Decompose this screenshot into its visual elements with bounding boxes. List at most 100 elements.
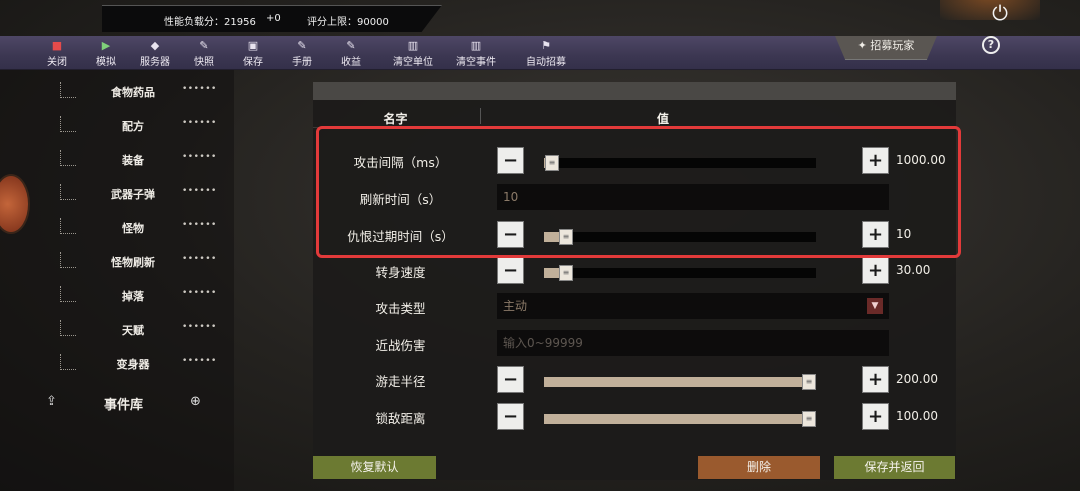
edit-icon: ✎	[346, 39, 356, 52]
sidebar-item-drops[interactable]: 掉落 ••••••	[0, 280, 234, 314]
sidebar-item-transformer[interactable]: 变身器 ••••••	[0, 348, 234, 382]
increase-button[interactable]: +	[862, 257, 889, 284]
upload-icon[interactable]: ⇪	[46, 394, 57, 409]
save-and-return-button[interactable]: 保存并返回	[834, 456, 955, 479]
clear-events-label: 清空事件	[456, 57, 496, 68]
slider-handle[interactable]: ≡	[802, 411, 816, 427]
help-icon[interactable]: ?	[982, 36, 1000, 54]
sidebar-item-label: 变身器	[116, 358, 150, 371]
event-library-row[interactable]: ⇪ 事件库 ⊕	[40, 392, 220, 416]
attack-type-select[interactable]: 主动 ▼	[497, 293, 889, 319]
column-headers: 名字 值	[313, 104, 956, 128]
sidebar-item-food[interactable]: 食物药品 ••••••	[0, 76, 234, 110]
property-value: 30.00	[896, 263, 931, 277]
sidebar-item-monster-spawn[interactable]: 怪物刷新 ••••••	[0, 246, 234, 280]
clear-units-button[interactable]: ▥ 清空单位	[383, 38, 443, 68]
column-divider	[480, 108, 481, 124]
decrease-button[interactable]: −	[497, 403, 524, 430]
tree-branch	[60, 286, 76, 302]
clear-units-label: 清空单位	[393, 57, 433, 68]
tree-branch	[60, 320, 76, 336]
sidebar-item-label: 装备	[122, 154, 144, 167]
sidebar-item-dots[interactable]: ••••••	[182, 254, 217, 264]
value-slider[interactable]: ≡	[544, 374, 816, 390]
sidebar-item-equipment[interactable]: 装备 ••••••	[0, 144, 234, 178]
chevron-down-icon[interactable]: ▼	[867, 298, 883, 314]
sidebar-item-label: 天赋	[122, 324, 144, 337]
property-label: 游走半径	[375, 374, 426, 389]
column-value-header: 值	[656, 112, 669, 126]
property-value: 100.00	[896, 409, 938, 423]
value-slider[interactable]: ≡	[544, 411, 816, 427]
sidebar-item-dots[interactable]: ••••••	[182, 322, 217, 332]
dialog-header	[313, 82, 956, 100]
restore-default-button[interactable]: 恢复默认	[313, 456, 436, 479]
sidebar-item-dots[interactable]: ••••••	[182, 288, 217, 298]
property-label: 攻击类型	[375, 301, 426, 316]
revenue-button[interactable]: ✎ 收益	[321, 38, 381, 68]
slider-handle[interactable]: ≡	[559, 265, 573, 281]
property-label: 转身速度	[375, 265, 426, 280]
property-value: 200.00	[896, 372, 938, 386]
property-row-lock-distance: 锁敌距离 − ≡ + 100.00	[313, 398, 956, 434]
sidebar-item-label: 配方	[122, 120, 144, 133]
auto-recruit-label: 自动招募	[526, 57, 566, 68]
sidebar-item-label: 怪物	[122, 222, 144, 235]
power-icon[interactable]: ⏻	[982, 0, 1018, 26]
slider-fill	[544, 414, 816, 424]
recruit-label: 招募玩家	[870, 39, 915, 52]
sidebar-item-label: 食物药品	[111, 86, 155, 99]
tree-branch	[60, 184, 76, 200]
sidebar-item-talents[interactable]: 天赋 ••••••	[0, 314, 234, 348]
event-library-label: 事件库	[104, 398, 144, 413]
value-slider[interactable]: ≡	[544, 265, 816, 281]
property-row-wander-radius: 游走半径 − ≡ + 200.00	[313, 361, 956, 397]
sidebar-item-dots[interactable]: ••••••	[182, 84, 217, 94]
score-limit: 评分上限：90000	[307, 17, 389, 28]
melee-damage-input[interactable]: 输入0~99999	[497, 330, 889, 356]
sidebar-item-dots[interactable]: ••••••	[182, 118, 217, 128]
auto-recruit-button[interactable]: ⚑ 自动招募	[516, 38, 576, 68]
increase-button[interactable]: +	[862, 403, 889, 430]
tree-branch	[60, 252, 76, 268]
sidebar-item-label: 武器子弹	[111, 188, 155, 201]
sidebar-item-dots[interactable]: ••••••	[182, 152, 217, 162]
load-score: 性能负载分：21956	[164, 17, 256, 28]
performance-status-bar: 性能负载分：21956 +0 评分上限：90000	[102, 5, 442, 32]
selected-option: 主动	[503, 299, 528, 313]
recruit-icon: ✦	[857, 39, 867, 52]
sidebar-item-dots[interactable]: ••••••	[182, 356, 217, 366]
sidebar-item-weapons[interactable]: 武器子弹 ••••••	[0, 178, 234, 212]
sidebar-item-label: 怪物刷新	[111, 256, 155, 269]
decrease-button[interactable]: −	[497, 366, 524, 393]
increase-button[interactable]: +	[862, 366, 889, 393]
column-name-header: 名字	[383, 112, 408, 126]
tree-branch	[60, 354, 76, 370]
trash-icon: ▥	[407, 39, 419, 52]
tree-branch	[60, 218, 76, 234]
sidebar-item-monsters[interactable]: 怪物 ••••••	[0, 212, 234, 246]
property-label: 锁敌距离	[375, 411, 426, 426]
add-folder-icon[interactable]: ⊕	[190, 394, 201, 409]
tree-branch	[60, 150, 76, 166]
sidebar-item-dots[interactable]: ••••••	[182, 220, 217, 230]
flag-icon: ⚑	[541, 39, 551, 52]
category-sidebar: 食物药品 •••••• 配方 •••••• 装备 •••••• 武器子弹 •••…	[0, 70, 234, 491]
property-label: 近战伤害	[375, 338, 426, 353]
slider-handle[interactable]: ≡	[802, 374, 816, 390]
recruit-players-button[interactable]: ✦ 招募玩家	[835, 36, 937, 60]
tree-branch	[60, 116, 76, 132]
tree-branch	[60, 82, 76, 98]
delete-button[interactable]: 删除	[698, 456, 820, 479]
main-toolbar: ■ 关闭 ▶ 模拟 ◆ 服务器 ✎ 快照 ▣ 保存 ✎ 手册 ✎ 收益 ▥ 清空…	[0, 36, 1080, 70]
property-row-attack-type: 攻击类型 主动 ▼	[313, 288, 956, 324]
sidebar-item-recipes[interactable]: 配方 ••••••	[0, 110, 234, 144]
sidebar-item-dots[interactable]: ••••••	[182, 186, 217, 196]
revenue-label: 收益	[341, 57, 361, 68]
trash-icon: ▥	[470, 39, 482, 52]
load-delta: +0	[266, 13, 281, 24]
property-row-melee-damage: 近战伤害 输入0~99999	[313, 325, 956, 361]
clear-events-button[interactable]: ▥ 清空事件	[446, 38, 506, 68]
slider-fill	[544, 377, 816, 387]
decrease-button[interactable]: −	[497, 257, 524, 284]
